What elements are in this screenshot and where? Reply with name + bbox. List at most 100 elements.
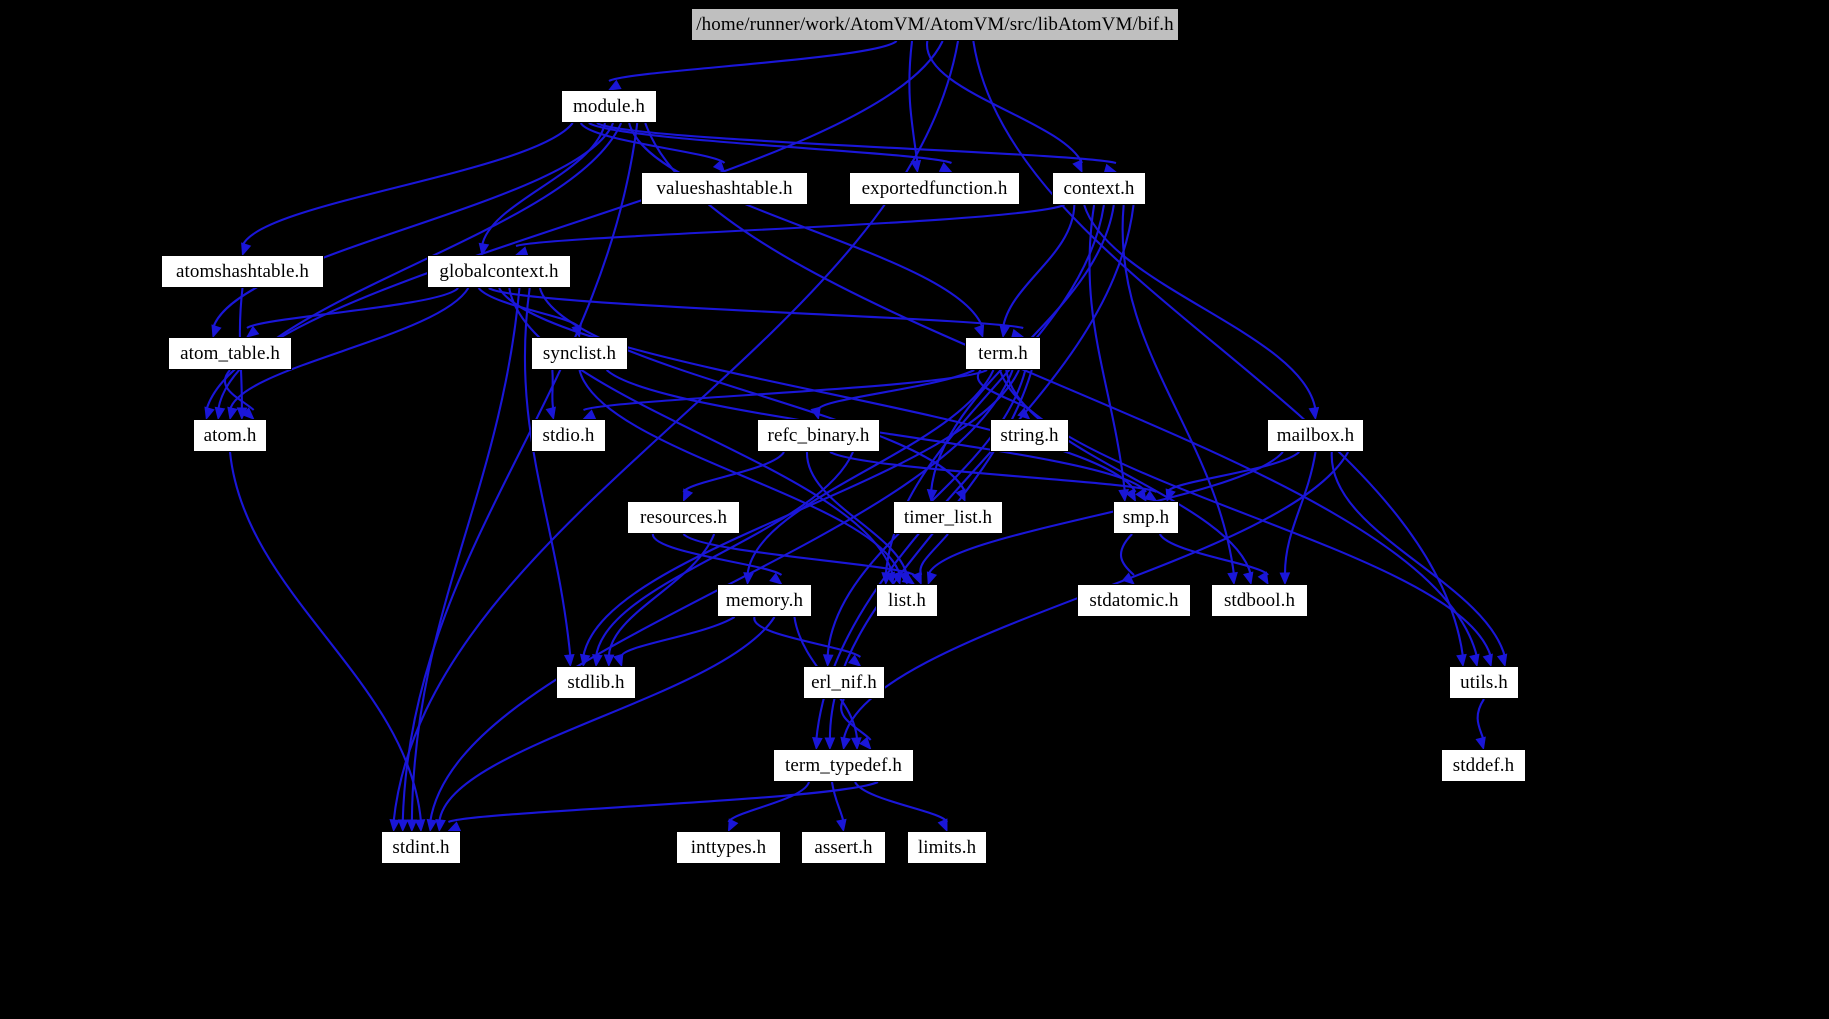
node-stddef[interactable]: stddef.h xyxy=(1441,749,1526,782)
edge-module-to-atomshashtable xyxy=(241,122,574,247)
edge-module-to-stdint xyxy=(401,122,639,823)
edge-utils-to-stddef xyxy=(1476,698,1485,741)
edge-globalcontext-to-atom_table xyxy=(246,287,459,329)
arrowhead-atomshashtable-to-atom xyxy=(236,407,248,421)
node-label-stdio: stdio.h xyxy=(542,425,595,446)
edge-mailbox-to-utils xyxy=(1330,451,1507,658)
arrowhead-mailbox-to-term_typedef xyxy=(840,736,851,751)
arrowhead-module-to-atom xyxy=(214,406,226,421)
arrowhead-memory-to-stdlib xyxy=(613,653,624,668)
edge-term_typedef-to-assert xyxy=(830,781,845,823)
edge-resources-to-memory xyxy=(651,533,783,576)
arrowhead-timer_list-to-list xyxy=(911,571,922,586)
arrowhead-globalcontext-to-atom xyxy=(227,406,238,421)
node-assert[interactable]: assert.h xyxy=(801,831,886,864)
edge-refc_binary-to-stdlib xyxy=(594,451,854,658)
edge-mailbox-to-smp xyxy=(1166,451,1300,493)
arrowhead-erl_nif-to-term_typedef xyxy=(859,736,872,750)
node-timer_list[interactable]: timer_list.h xyxy=(893,501,1003,534)
node-label-inttypes: inttypes.h xyxy=(690,837,767,858)
node-stdatomic[interactable]: stdatomic.h xyxy=(1077,584,1191,617)
node-bif[interactable]: /home/runner/work/AtomVM/AtomVM/src/libA… xyxy=(691,8,1179,41)
node-term[interactable]: term.h xyxy=(965,337,1041,370)
node-label-memory: memory.h xyxy=(725,590,804,611)
node-label-term_typedef: term_typedef.h xyxy=(785,755,902,776)
node-label-exportedfunction: exportedfunction.h xyxy=(861,178,1008,199)
node-label-stdlib: stdlib.h xyxy=(567,672,625,693)
edge-synclist-to-stdio xyxy=(551,369,555,411)
edge-module-to-valueshashtable xyxy=(579,122,726,164)
node-label-list: list.h xyxy=(887,590,927,611)
node-string[interactable]: string.h xyxy=(990,419,1069,452)
node-term_typedef[interactable]: term_typedef.h xyxy=(773,749,914,782)
include-dependency-graph: /home/runner/work/AtomVM/AtomVM/src/libA… xyxy=(0,0,1829,1019)
node-stdlib[interactable]: stdlib.h xyxy=(556,666,636,699)
node-memory[interactable]: memory.h xyxy=(717,584,812,617)
node-globalcontext[interactable]: globalcontext.h xyxy=(427,255,571,288)
arrowhead-bif-to-utils xyxy=(1456,653,1467,668)
edge-atom-to-stdint xyxy=(228,451,423,823)
arrowhead-module-to-atomshashtable xyxy=(241,242,252,257)
node-resources[interactable]: resources.h xyxy=(627,501,740,534)
arrowhead-term-to-erl_nif xyxy=(822,654,834,668)
node-stdio[interactable]: stdio.h xyxy=(531,419,606,452)
node-atom[interactable]: atom.h xyxy=(193,419,267,452)
edge-module-to-globalcontext xyxy=(480,122,606,247)
arrowhead-synclist-to-stdio xyxy=(545,406,556,421)
arrowhead-context-to-term_typedef xyxy=(812,737,823,751)
arrowhead-context-to-mailbox xyxy=(1308,406,1320,421)
edge-term-to-stdbool xyxy=(1005,369,1253,576)
node-atomshashtable[interactable]: atomshashtable.h xyxy=(161,255,324,288)
edge-term-to-refc_binary xyxy=(817,369,975,412)
edge-term-to-stdio xyxy=(583,369,988,411)
node-refc_binary[interactable]: refc_binary.h xyxy=(757,419,880,452)
node-mailbox[interactable]: mailbox.h xyxy=(1267,419,1364,452)
arrowhead-globalcontext-to-stdint xyxy=(406,819,418,833)
node-label-stdint: stdint.h xyxy=(392,837,450,858)
arrowhead-context-to-list xyxy=(881,572,893,586)
arrowhead-refc_binary-to-smp xyxy=(1143,490,1158,502)
node-label-bif: /home/runner/work/AtomVM/AtomVM/src/libA… xyxy=(696,14,1174,35)
arrowhead-resources-to-memory xyxy=(769,572,783,585)
node-context[interactable]: context.h xyxy=(1052,172,1146,205)
arrowhead-smp-to-stdbool xyxy=(1257,571,1269,586)
arrowhead-term-to-stdlib xyxy=(579,653,591,668)
node-inttypes[interactable]: inttypes.h xyxy=(676,831,781,864)
node-label-timer_list: timer_list.h xyxy=(903,507,993,528)
edge-memory-to-stdlib xyxy=(620,616,736,658)
arrowhead-mailbox-to-list xyxy=(926,571,938,586)
arrowhead-mailbox-to-stdbool xyxy=(1279,572,1291,586)
edge-bif-to-exportedfunction xyxy=(908,40,919,164)
edge-memory-to-erl_nif xyxy=(753,616,862,658)
node-label-stdatomic: stdatomic.h xyxy=(1089,590,1179,611)
edge-globalcontext-to-term xyxy=(488,287,1024,330)
node-limits[interactable]: limits.h xyxy=(907,831,987,864)
edge-smp-to-stdbool xyxy=(1158,533,1269,576)
node-label-limits: limits.h xyxy=(917,837,977,858)
arrowhead-synclist-to-smp xyxy=(1135,488,1147,503)
node-smp[interactable]: smp.h xyxy=(1113,501,1179,534)
node-module[interactable]: module.h xyxy=(561,90,657,123)
node-label-term: term.h xyxy=(978,343,1028,364)
arrowhead-globalcontext-to-timer_list xyxy=(955,488,966,503)
node-stdint[interactable]: stdint.h xyxy=(381,831,461,864)
arrowhead-module-to-valueshashtable xyxy=(712,159,726,173)
arrowhead-synclist-to-list xyxy=(891,571,902,586)
edge-bif-to-module xyxy=(608,40,898,82)
node-label-stddef: stddef.h xyxy=(1452,755,1515,776)
edge-context-to-term xyxy=(1001,204,1076,329)
node-list[interactable]: list.h xyxy=(876,584,938,617)
node-valueshashtable[interactable]: valueshashtable.h xyxy=(641,172,808,205)
edge-term_typedef-to-inttypes xyxy=(727,781,811,823)
node-synclist[interactable]: synclist.h xyxy=(531,337,628,370)
arrowhead-atom_table-to-atom xyxy=(241,407,255,420)
node-utils[interactable]: utils.h xyxy=(1449,666,1519,699)
edge-context-to-globalcontext xyxy=(515,204,1065,247)
node-atom_table[interactable]: atom_table.h xyxy=(168,337,292,370)
arrowhead-refc_binary-to-stdlib xyxy=(592,653,603,668)
node-stdbool[interactable]: stdbool.h xyxy=(1211,584,1308,617)
node-exportedfunction[interactable]: exportedfunction.h xyxy=(849,172,1020,205)
arrowhead-term-to-utils xyxy=(1482,653,1493,668)
arrowhead-term-to-stdbool xyxy=(1243,571,1254,586)
node-erl_nif[interactable]: erl_nif.h xyxy=(803,666,885,699)
